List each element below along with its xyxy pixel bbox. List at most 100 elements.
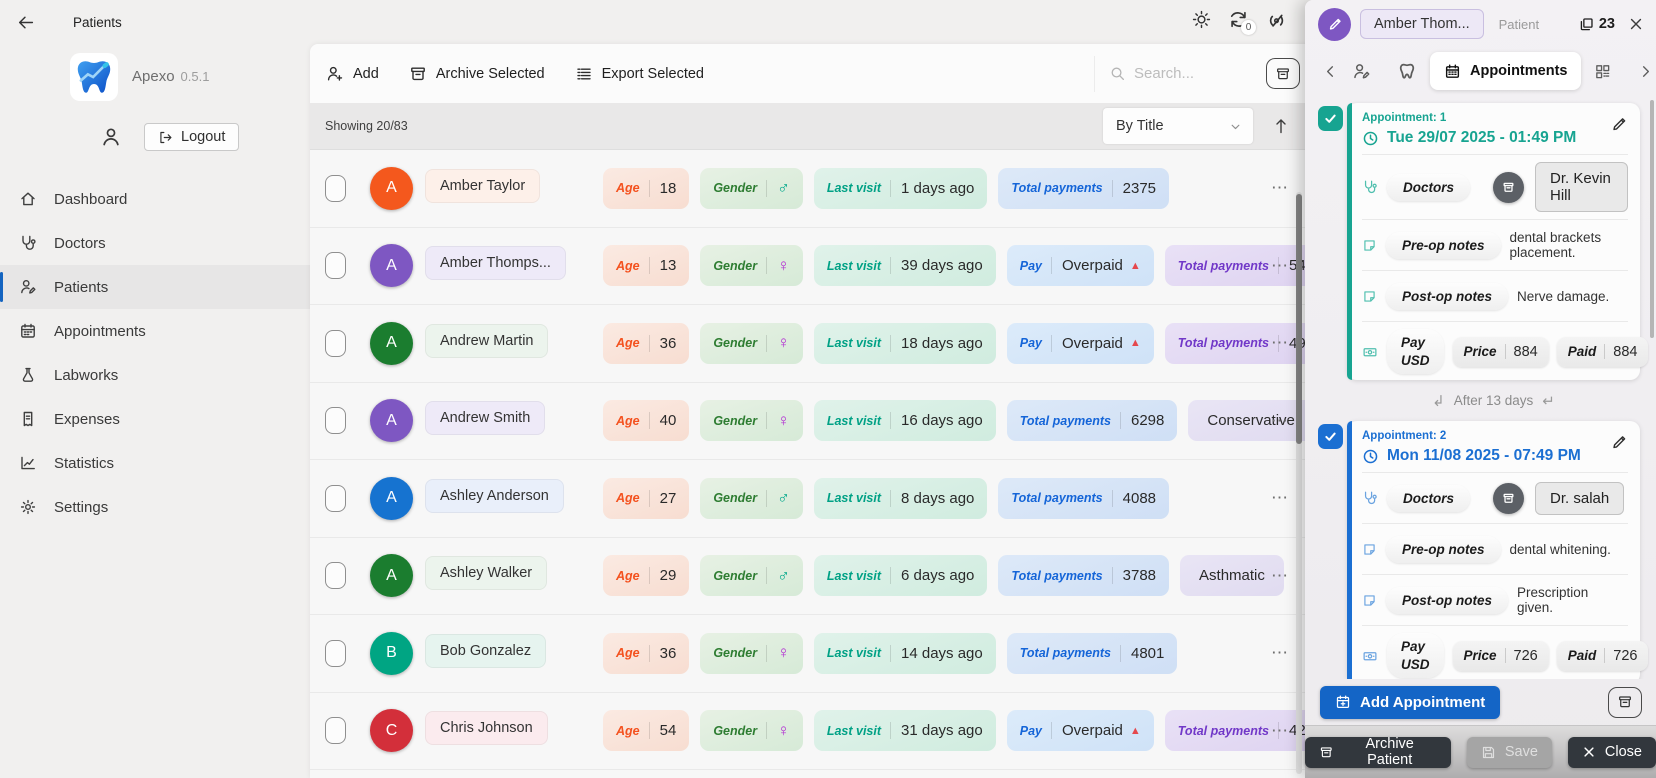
pay-status-chip: Pay Overpaid ▲ (1006, 710, 1154, 752)
female-symbol: ♀ (777, 410, 790, 430)
sidebar-item-expenses[interactable]: Expenses (0, 397, 310, 441)
search-input[interactable] (1134, 65, 1244, 82)
panel-patient-name[interactable]: Amber Thom... (1360, 9, 1484, 39)
row-checkbox[interactable] (325, 329, 346, 357)
row-more-button[interactable]: ⋯ (1271, 333, 1290, 353)
price-chip[interactable]: Price 884 (1452, 336, 1549, 367)
tabs-scroll-left-button[interactable] (1322, 63, 1339, 80)
row-more-button[interactable]: ⋯ (1271, 411, 1290, 431)
add-appointment-button[interactable]: Add Appointment (1320, 685, 1501, 719)
row-checkbox[interactable] (325, 484, 346, 512)
pay-field: Pay USD Price 726 Paid 726 (1362, 633, 1649, 679)
edit-appointment-button[interactable] (1610, 115, 1628, 133)
theme-toggle-button[interactable] (1192, 10, 1211, 29)
appointment-datetime: Mon 11/08 2025 - 07:49 PM (1362, 447, 1628, 465)
list-scrollbar[interactable] (1296, 192, 1302, 774)
row-more-button[interactable]: ⋯ (1271, 643, 1290, 663)
postop-notes-value[interactable]: Prescription given. (1517, 585, 1628, 615)
edit-appointment-button[interactable] (1610, 433, 1628, 451)
patient-name: Amber Thomps... (425, 246, 566, 281)
toggle-archived-appointments-button[interactable] (1608, 686, 1642, 718)
patient-name: Andrew Martin (425, 323, 549, 358)
row-checkbox[interactable] (325, 717, 346, 745)
panel-scrollbar[interactable] (1650, 100, 1654, 338)
appointment-checkbox[interactable] (1318, 424, 1343, 450)
row-checkbox[interactable] (325, 174, 346, 202)
sidebar-item-patients[interactable]: Patients (0, 265, 310, 309)
receipt-icon (23, 411, 33, 427)
row-more-button[interactable]: ⋯ (1271, 256, 1290, 276)
row-more-button[interactable]: ⋯ (1271, 488, 1290, 508)
appointment-datetime: Tue 29/07 2025 - 01:49 PM (1362, 129, 1628, 147)
app-window: Patients 0 Apexo 0.5.1 Logout Dashboard … (0, 0, 1656, 778)
logout-button[interactable]: Logout (144, 123, 240, 151)
patient-name: Ashley Anderson (425, 478, 564, 513)
row-more-button[interactable]: ⋯ (1271, 178, 1290, 198)
age-chip: Age 40 (603, 400, 690, 442)
preop-field: Pre-op notes dental whitening. (1362, 531, 1628, 567)
paid-chip[interactable]: Paid 726 (1556, 640, 1649, 671)
floppy-save-icon (1482, 746, 1494, 758)
tab-dental-chart[interactable] (1397, 61, 1417, 81)
back-button[interactable] (16, 13, 35, 32)
toggle-archived-button[interactable] (1266, 58, 1300, 89)
add-patient-button[interactable]: Add (326, 65, 379, 83)
arrow-up-icon (1276, 119, 1286, 134)
banknote-icon (1363, 651, 1377, 660)
preop-notes-value[interactable]: dental whitening. (1510, 542, 1611, 557)
doctor-archive-button[interactable] (1493, 171, 1525, 203)
last-visit-chip: Last visit 1 days ago (813, 167, 988, 209)
panel-header: Amber Thom... Patient 23 (1305, 0, 1656, 48)
row-checkbox[interactable] (325, 407, 346, 435)
app-logo (70, 53, 118, 101)
row-checkbox[interactable] (325, 562, 346, 590)
edit-patient-avatar[interactable] (1318, 7, 1351, 41)
postop-notes-value[interactable]: Nerve damage. (1517, 289, 1609, 304)
appointment-checkbox[interactable] (1318, 106, 1343, 131)
archive-patient-button[interactable]: Archive Patient (1305, 736, 1451, 768)
sidebar-item-statistics[interactable]: Statistics (0, 441, 310, 485)
patient-edit-icon (21, 280, 36, 294)
appointment-card: Appointment: 2 Mon 11/08 2025 - 07:49 PM… (1318, 421, 1649, 679)
panel-type-label: Patient (1498, 16, 1540, 32)
sync-button[interactable]: 0 (1228, 9, 1256, 35)
sidebar-nav: Dashboard Doctors Patients Appointments … (0, 177, 310, 529)
close-button[interactable]: Close (1567, 736, 1656, 768)
tab-patient-details[interactable] (1352, 62, 1371, 81)
tabs-scroll-right-button[interactable] (1637, 63, 1654, 80)
sort-direction-button[interactable] (1272, 117, 1290, 135)
archive-selected-button[interactable]: Archive Selected (409, 65, 545, 83)
home-icon (21, 192, 35, 206)
tab-gallery[interactable] (1594, 63, 1611, 80)
app-logo-row: Apexo 0.5.1 (0, 44, 310, 101)
sort-by-select[interactable]: By Title (1103, 108, 1253, 144)
sidebar-item-appointments[interactable]: Appointments (0, 309, 310, 353)
sidebar-item-label: Labworks (54, 366, 119, 384)
row-checkbox[interactable] (325, 639, 346, 667)
sidebar: Apexo 0.5.1 Logout Dashboard Doctors Pati… (0, 44, 310, 778)
connection-status-button[interactable] (1266, 9, 1287, 30)
row-more-button[interactable]: ⋯ (1271, 721, 1290, 741)
price-chip[interactable]: Price 726 (1452, 640, 1549, 671)
doctor-archive-button[interactable] (1493, 482, 1525, 514)
paid-chip[interactable]: Paid 884 (1556, 336, 1649, 367)
avatar: A (370, 321, 413, 365)
tab-appointments[interactable]: Appointments (1430, 52, 1582, 90)
panel-close-button[interactable] (1628, 16, 1644, 32)
sidebar-item-doctors[interactable]: Doctors (0, 221, 310, 265)
doctor-chip[interactable]: Dr. Kevin Hill (1535, 162, 1628, 212)
sidebar-item-dashboard[interactable]: Dashboard (0, 177, 310, 221)
postop-field: Post-op notes Nerve damage. (1362, 278, 1628, 314)
sidebar-item-settings[interactable]: Settings (0, 485, 310, 529)
doctor-chip[interactable]: Dr. salah (1535, 481, 1625, 515)
open-panels-counter[interactable]: 23 (1578, 16, 1615, 33)
logout-label: Logout (181, 129, 226, 145)
row-more-button[interactable]: ⋯ (1271, 566, 1290, 586)
row-checkbox[interactable] (325, 252, 346, 280)
export-selected-button[interactable]: Export Selected (575, 65, 704, 83)
sidebar-item-labworks[interactable]: Labworks (0, 353, 310, 397)
scrollbar-thumb[interactable] (1296, 194, 1302, 444)
banknote-icon (1363, 347, 1377, 356)
save-button[interactable]: Save (1466, 736, 1552, 768)
preop-notes-value[interactable]: dental brackets placement. (1510, 230, 1628, 260)
